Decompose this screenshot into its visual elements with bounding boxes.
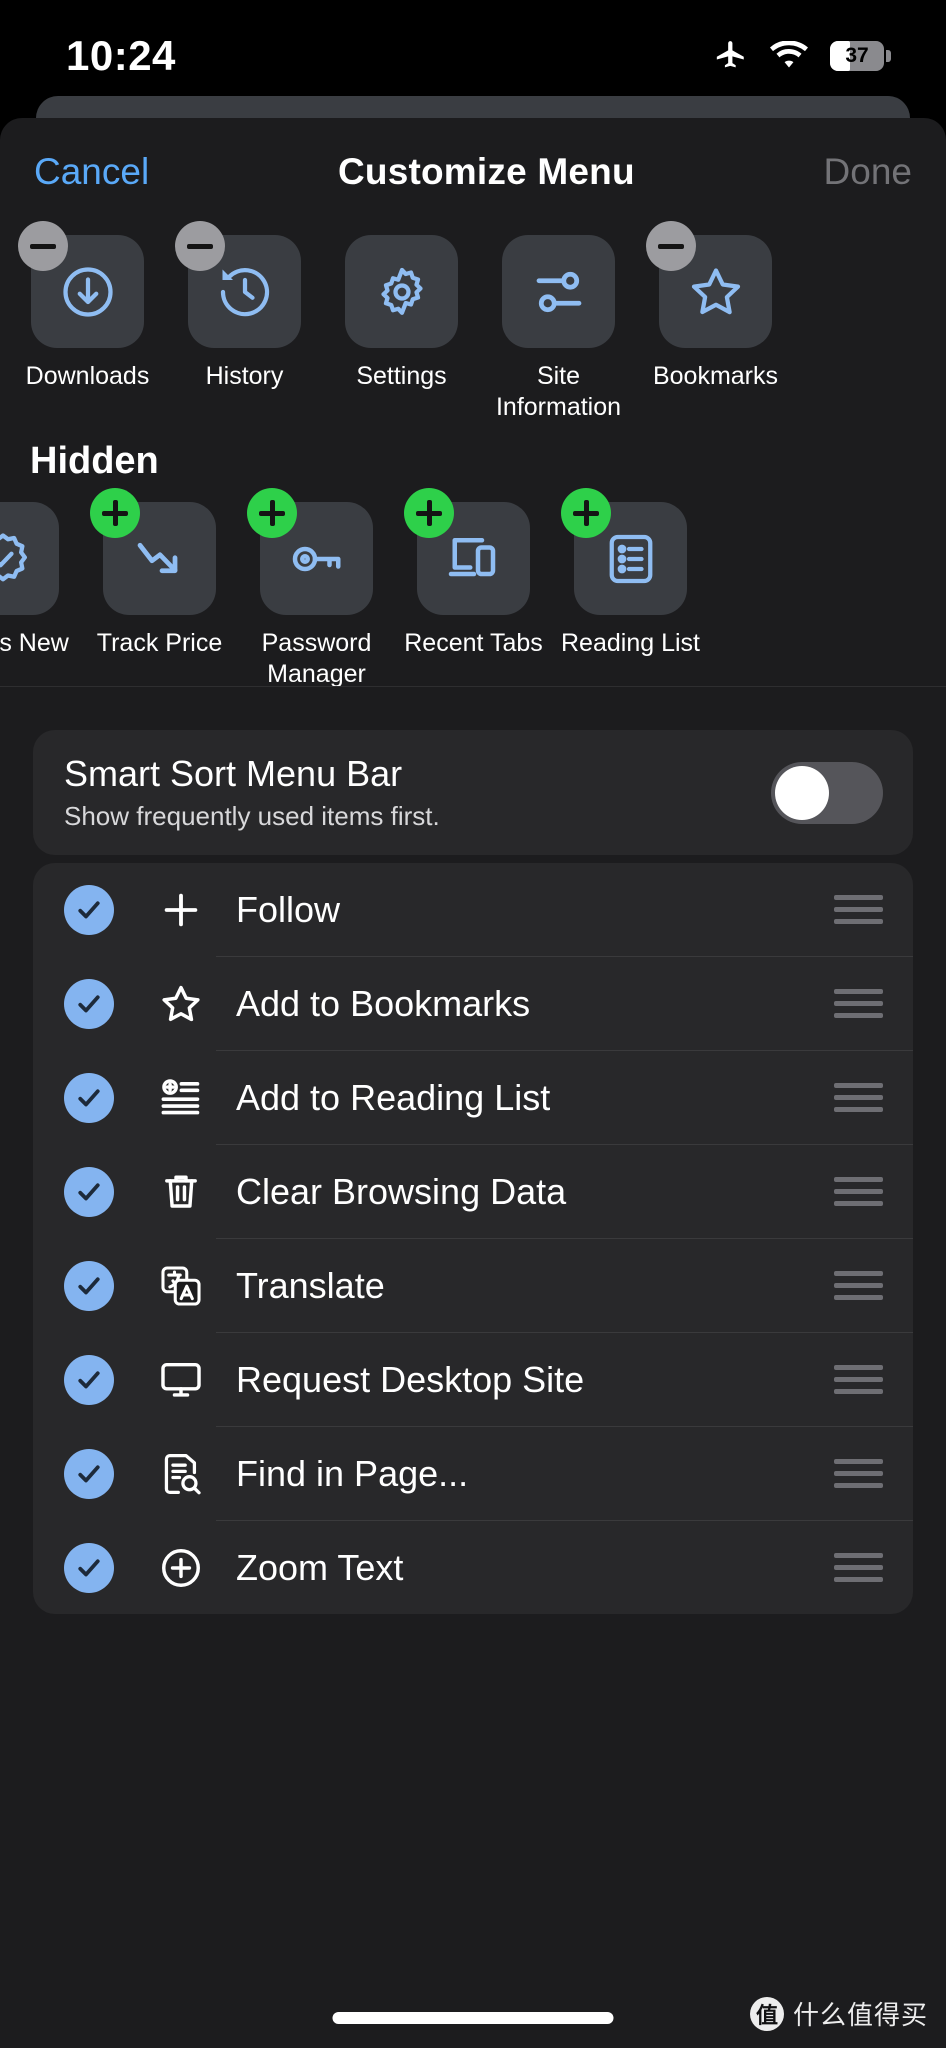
home-indicator [332,2012,614,2024]
remove-item-badge[interactable] [646,221,696,271]
watermark: 值 什么值得买 [749,1995,928,2032]
hidden-item-2[interactable]: Password Manager [238,488,395,690]
menu-list-item[interactable]: Add to Bookmarks [33,957,913,1050]
menu-item-label: Add to Bookmarks [236,982,531,1024]
sliders-icon[interactable] [502,235,615,348]
checkmark-icon[interactable] [64,978,114,1029]
battery-indicator: 37 [830,41,891,71]
hidden-item-0[interactable]: What's New [0,502,81,659]
customize-menu-sheet: Cancel Customize Menu Done Downloads His… [0,118,946,2048]
checkmark-icon[interactable] [64,1072,114,1123]
checkmark-icon[interactable] [64,1542,114,1593]
status-icon-group: 37 [714,39,891,73]
smart-sort-toggle[interactable] [771,761,883,824]
star-icon [151,981,211,1027]
hidden-items-strip: What's New Track Price Password Manager … [0,488,709,690]
gear-icon[interactable] [345,235,458,348]
menu-item-label: Follow [236,888,341,930]
add-item-badge[interactable] [90,488,140,538]
add-item-badge[interactable] [247,488,297,538]
hidden-item-label: Reading List [561,629,700,657]
hidden-item-label: Recent Tabs [404,629,543,657]
visible-item-label: History [205,362,284,390]
visible-item-label: Settings [356,362,447,390]
menu-item-label: Add to Reading List [236,1076,551,1118]
visible-item-label: Site Information [495,362,622,421]
hidden-item-label: Track Price [96,629,223,657]
menu-list-item[interactable]: Clear Browsing Data [33,1145,913,1238]
remove-item-badge[interactable] [175,221,225,271]
badge-check-icon[interactable] [0,502,59,615]
page-title: Customize Menu [337,151,635,192]
visible-items-strip: Downloads History Settings Site Informat… [9,221,794,423]
drag-handle-icon[interactable] [834,1365,883,1394]
visible-item-4[interactable]: Bookmarks [637,221,794,392]
cancel-button[interactable]: Cancel [34,151,149,193]
hidden-item-label: Password Manager [261,629,372,688]
visible-item-2[interactable]: Settings [323,235,480,392]
remove-item-badge[interactable] [18,221,68,271]
smart-sort-subtitle: Show frequently used items first. [64,801,440,831]
menu-list-item[interactable]: Request Desktop Site [33,1333,913,1426]
hidden-section-title: Hidden [30,440,159,482]
find-in-page-icon [151,1451,211,1497]
menu-item-label: Translate [236,1264,385,1306]
menu-list-item[interactable]: Add to Reading List [33,1051,913,1144]
menu-list-item[interactable]: Translate [33,1239,913,1332]
checkmark-icon[interactable] [64,884,114,935]
done-button[interactable]: Done [824,151,912,193]
menu-item-label: Request Desktop Site [236,1358,585,1400]
menu-list-item[interactable]: Follow [33,863,913,956]
hidden-item-3[interactable]: Recent Tabs [395,488,552,659]
add-list-icon [151,1075,211,1121]
zoom-text-icon [151,1545,211,1591]
battery-percent-label: 37 [845,44,869,67]
menu-list-item[interactable]: Find in Page... [33,1427,913,1520]
add-item-badge[interactable] [561,488,611,538]
sheet-navbar: Cancel Customize Menu Done [0,118,946,226]
watermark-text: 什么值得买 [792,2000,928,2030]
menu-item-label: Clear Browsing Data [236,1170,567,1212]
hidden-item-1[interactable]: Track Price [81,488,238,659]
section-divider [0,686,946,687]
plus-icon [151,887,211,933]
visible-item-label: Downloads [25,362,150,390]
menu-list-item[interactable]: Zoom Text [33,1521,913,1614]
drag-handle-icon[interactable] [834,895,883,924]
visible-item-0[interactable]: Downloads [9,221,166,392]
visible-item-1[interactable]: History [166,221,323,392]
drag-handle-icon[interactable] [834,1177,883,1206]
visible-item-3[interactable]: Site Information [480,235,637,423]
phone-screen: 10:24 37 Cancel Customize Menu Done Down… [0,0,946,2048]
add-item-badge[interactable] [404,488,454,538]
visible-item-label: Bookmarks [652,362,779,390]
menu-item-label: Zoom Text [236,1546,404,1588]
wifi-icon [770,41,808,68]
status-time: 10:24 [66,32,176,79]
drag-handle-icon[interactable] [834,1553,883,1582]
trash-icon [151,1169,211,1215]
smart-sort-title: Smart Sort Menu Bar [64,753,403,794]
airplane-icon [716,41,744,68]
hidden-item-label: What's New [0,629,69,657]
drag-handle-icon[interactable] [834,1083,883,1112]
checkmark-icon[interactable] [64,1354,114,1405]
toggle-knob [775,765,829,820]
hidden-item-4[interactable]: Reading List [552,488,709,659]
drag-handle-icon[interactable] [834,989,883,1018]
drag-handle-icon[interactable] [834,1271,883,1300]
smart-sort-card: Smart Sort Menu Bar Show frequently used… [33,730,913,855]
desktop-icon [151,1357,211,1403]
drag-handle-icon[interactable] [834,1459,883,1488]
watermark-badge: 值 [749,1996,784,2031]
checkmark-icon[interactable] [64,1260,114,1311]
menu-items-list: Follow Add to Bookmarks Add to Reading L… [33,863,913,1614]
checkmark-icon[interactable] [64,1166,114,1217]
checkmark-icon[interactable] [64,1448,114,1499]
translate-icon [151,1263,211,1309]
menu-item-label: Find in Page... [236,1452,469,1494]
